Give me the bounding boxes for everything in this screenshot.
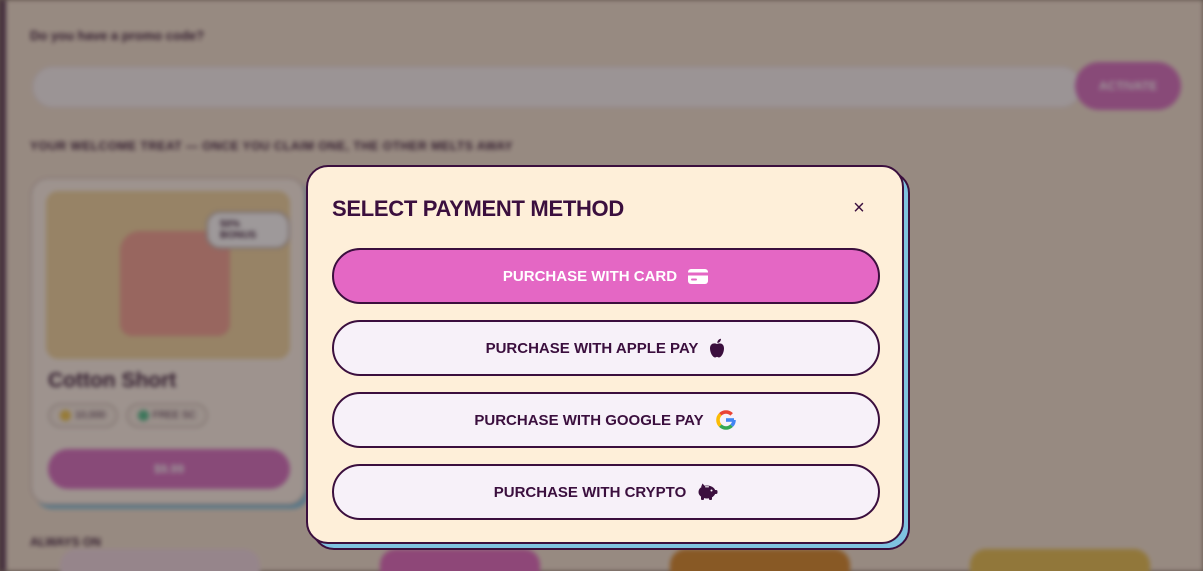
purchase-with-card-button[interactable]: PURCHASE WITH CARD (332, 248, 880, 304)
purchase-with-apple-pay-button[interactable]: PURCHASE WITH APPLE PAY (332, 320, 880, 376)
close-icon[interactable]: × (848, 197, 870, 219)
purchase-with-crypto-label: PURCHASE WITH CRYPTO (493, 483, 687, 501)
modal-title: SELECT PAYMENT METHOD (332, 196, 624, 221)
payment-method-modal: SELECT PAYMENT METHOD × PURCHASE WITH CA… (306, 165, 904, 544)
purchase-with-google-pay-button[interactable]: PURCHASE WITH GOOGLE PAY (332, 392, 880, 448)
credit-card-icon (687, 268, 709, 285)
apple-icon (708, 338, 726, 359)
purchase-with-crypto-button[interactable]: PURCHASE WITH CRYPTO (332, 464, 880, 520)
purchase-with-google-pay-label: PURCHASE WITH GOOGLE PAY (474, 411, 704, 429)
google-icon (714, 408, 738, 432)
purchase-with-apple-pay-label: PURCHASE WITH APPLE PAY (485, 339, 699, 357)
purchase-with-card-label: PURCHASE WITH CARD (502, 267, 678, 285)
piggy-bank-icon (696, 483, 718, 501)
